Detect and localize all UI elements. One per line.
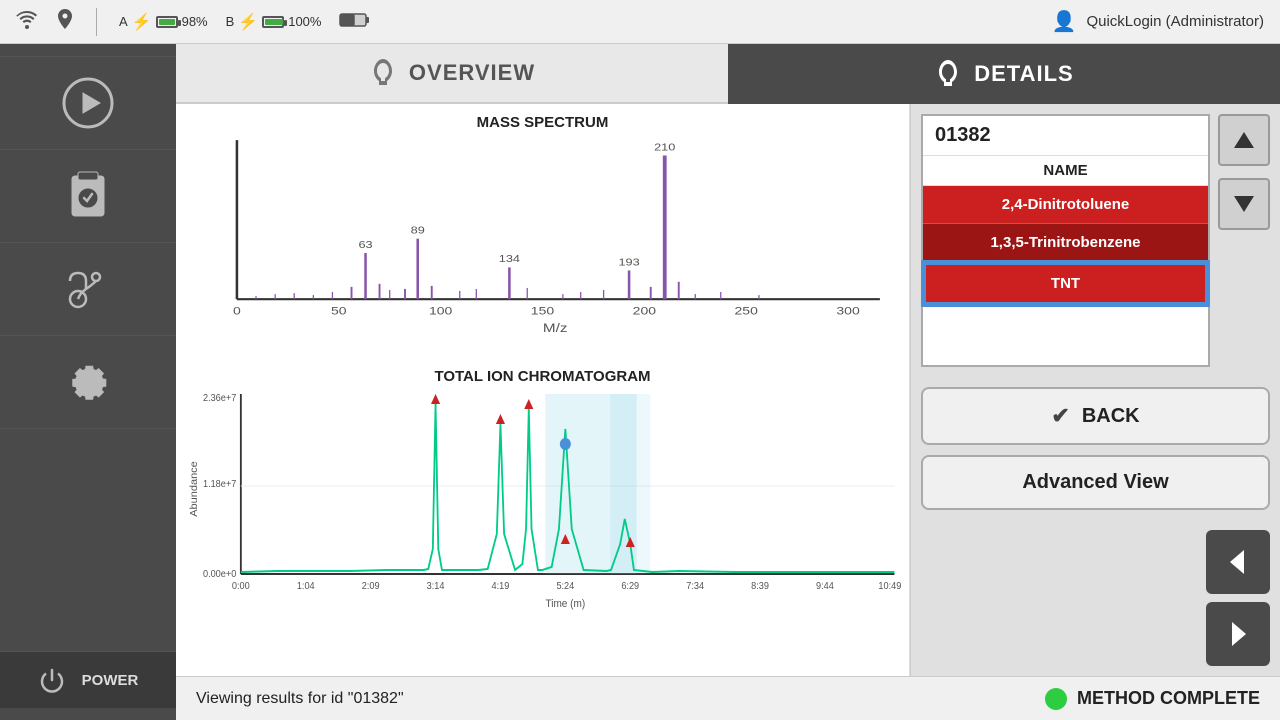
svg-text:134: 134	[499, 254, 521, 265]
tab-details[interactable]: DETAILS	[728, 44, 1280, 104]
result-item-0[interactable]: 2,4-Dinitrotoluene	[923, 186, 1208, 224]
battery-b-pct: 100%	[288, 14, 321, 29]
status-bar: A ⚡ 98% B ⚡ 100% 👤 QuickLogin (Administr…	[0, 0, 1280, 44]
tab-bar: OVERVIEW DETAILS	[176, 44, 1280, 104]
svg-text:2.36e+7: 2.36e+7	[203, 393, 236, 404]
battery-b-label: B	[226, 14, 235, 29]
sidebar-settings[interactable]	[0, 336, 176, 429]
method-complete-label: METHOD COMPLETE	[1077, 688, 1260, 709]
content-area: OVERVIEW DETAILS MASS SPECTRUM	[176, 44, 1280, 720]
svg-text:Time (m): Time (m)	[545, 598, 585, 611]
check-icon: ✔	[1051, 403, 1069, 429]
sidebar-power[interactable]: POWER	[0, 651, 176, 708]
svg-text:1.18e+7: 1.18e+7	[203, 479, 236, 490]
result-item-2[interactable]: TNT	[923, 262, 1208, 305]
svg-text:2:09: 2:09	[362, 581, 380, 592]
svg-text:4:19: 4:19	[492, 581, 510, 592]
charts-area: MASS SPECTRUM 0 50 100 150 200 250	[176, 104, 910, 676]
svg-text:M/z: M/z	[543, 321, 568, 335]
svg-text:0.00e+0: 0.00e+0	[203, 569, 236, 580]
user-icon: 👤	[1052, 9, 1077, 34]
separator	[96, 8, 97, 36]
svg-text:300: 300	[836, 304, 859, 317]
svg-text:50: 50	[331, 304, 347, 317]
svg-text:200: 200	[633, 304, 656, 317]
battery-a-label: A	[119, 14, 128, 29]
nav-forward-button[interactable]	[1206, 602, 1270, 666]
svg-text:0: 0	[233, 304, 241, 317]
nav-arrows	[911, 520, 1280, 676]
charging-icon-a: ⚡	[132, 12, 152, 32]
svg-text:210: 210	[654, 142, 675, 153]
nav-back-button[interactable]	[1206, 530, 1270, 594]
method-complete: METHOD COMPLETE	[1045, 688, 1260, 710]
svg-text:193: 193	[618, 257, 639, 268]
svg-text:63: 63	[358, 240, 372, 251]
user-label: QuickLogin (Administrator)	[1086, 13, 1264, 30]
location-icon	[56, 9, 74, 34]
svg-text:150: 150	[531, 304, 554, 317]
mass-spectrum-panel: MASS SPECTRUM 0 50 100 150 200 250	[176, 104, 909, 364]
result-list: 01382 NAME 2,4-Dinitrotoluene 1,3,5-Trin…	[921, 114, 1210, 367]
tab-overview-label: OVERVIEW	[409, 60, 535, 86]
mass-spectrum-chart: 0 50 100 150 200 250 300 M/z 63	[186, 135, 899, 330]
result-item-1[interactable]: 1,3,5-Trinitrobenzene	[923, 224, 1208, 262]
power-label: POWER	[82, 672, 139, 689]
tab-overview[interactable]: OVERVIEW	[176, 44, 728, 104]
tab-details-label: DETAILS	[974, 61, 1073, 87]
wifi-icon	[16, 11, 38, 32]
result-box: 01382 NAME 2,4-Dinitrotoluene 1,3,5-Trin…	[911, 104, 1280, 377]
charging-icon-b: ⚡	[238, 12, 258, 32]
svg-text:250: 250	[735, 304, 758, 317]
sidebar-health[interactable]	[0, 243, 176, 336]
advanced-view-button[interactable]: Advanced View	[921, 455, 1270, 510]
scroll-up-button[interactable]	[1218, 114, 1270, 166]
right-panel: 01382 NAME 2,4-Dinitrotoluene 1,3,5-Trin…	[910, 104, 1280, 676]
svg-text:7:34: 7:34	[686, 581, 704, 592]
svg-text:8:39: 8:39	[751, 581, 769, 592]
svg-text:5:24: 5:24	[556, 581, 574, 592]
battery-b: B ⚡ 100%	[226, 12, 322, 32]
viewing-label: Viewing results for id "01382"	[196, 690, 404, 708]
green-status-circle	[1045, 688, 1067, 710]
sidebar-play[interactable]	[0, 56, 176, 150]
battery-a: A ⚡ 98%	[119, 12, 208, 32]
svg-text:100: 100	[429, 304, 452, 317]
scroll-arrows	[1218, 114, 1270, 367]
svg-text:6:29: 6:29	[621, 581, 639, 592]
result-name-header: NAME	[923, 156, 1208, 186]
scroll-down-button[interactable]	[1218, 178, 1270, 230]
mass-spectrum-title: MASS SPECTRUM	[186, 114, 899, 131]
sidebar-report[interactable]	[0, 150, 176, 243]
back-label: BACK	[1082, 405, 1140, 428]
status-bottom: Viewing results for id "01382" METHOD CO…	[176, 676, 1280, 720]
sidebar: POWER	[0, 44, 176, 720]
advanced-view-label: Advanced View	[1022, 471, 1168, 494]
back-button[interactable]: ✔ BACK	[921, 387, 1270, 445]
svg-text:9:44: 9:44	[816, 581, 834, 592]
svg-text:3:14: 3:14	[427, 581, 445, 592]
tic-panel: TOTAL ION CHROMATOGRAM 0.00e+0 1.18e+7 2…	[176, 364, 909, 676]
user-section: 👤 QuickLogin (Administrator)	[1052, 9, 1264, 34]
tic-chart: 0.00e+0 1.18e+7 2.36e+7 Abundance 0:00 1…	[186, 389, 899, 619]
device-battery-icon	[339, 12, 371, 31]
svg-text:89: 89	[411, 226, 425, 237]
svg-text:Abundance: Abundance	[188, 461, 199, 517]
action-buttons: ✔ BACK Advanced View	[911, 377, 1280, 520]
battery-a-pct: 98%	[182, 14, 208, 29]
result-id: 01382	[923, 116, 1208, 156]
svg-text:10:49: 10:49	[878, 581, 901, 592]
svg-text:1:04: 1:04	[297, 581, 315, 592]
inner-content: MASS SPECTRUM 0 50 100 150 200 250	[176, 104, 1280, 676]
svg-text:0:00: 0:00	[232, 581, 250, 592]
tic-title: TOTAL ION CHROMATOGRAM	[186, 368, 899, 385]
